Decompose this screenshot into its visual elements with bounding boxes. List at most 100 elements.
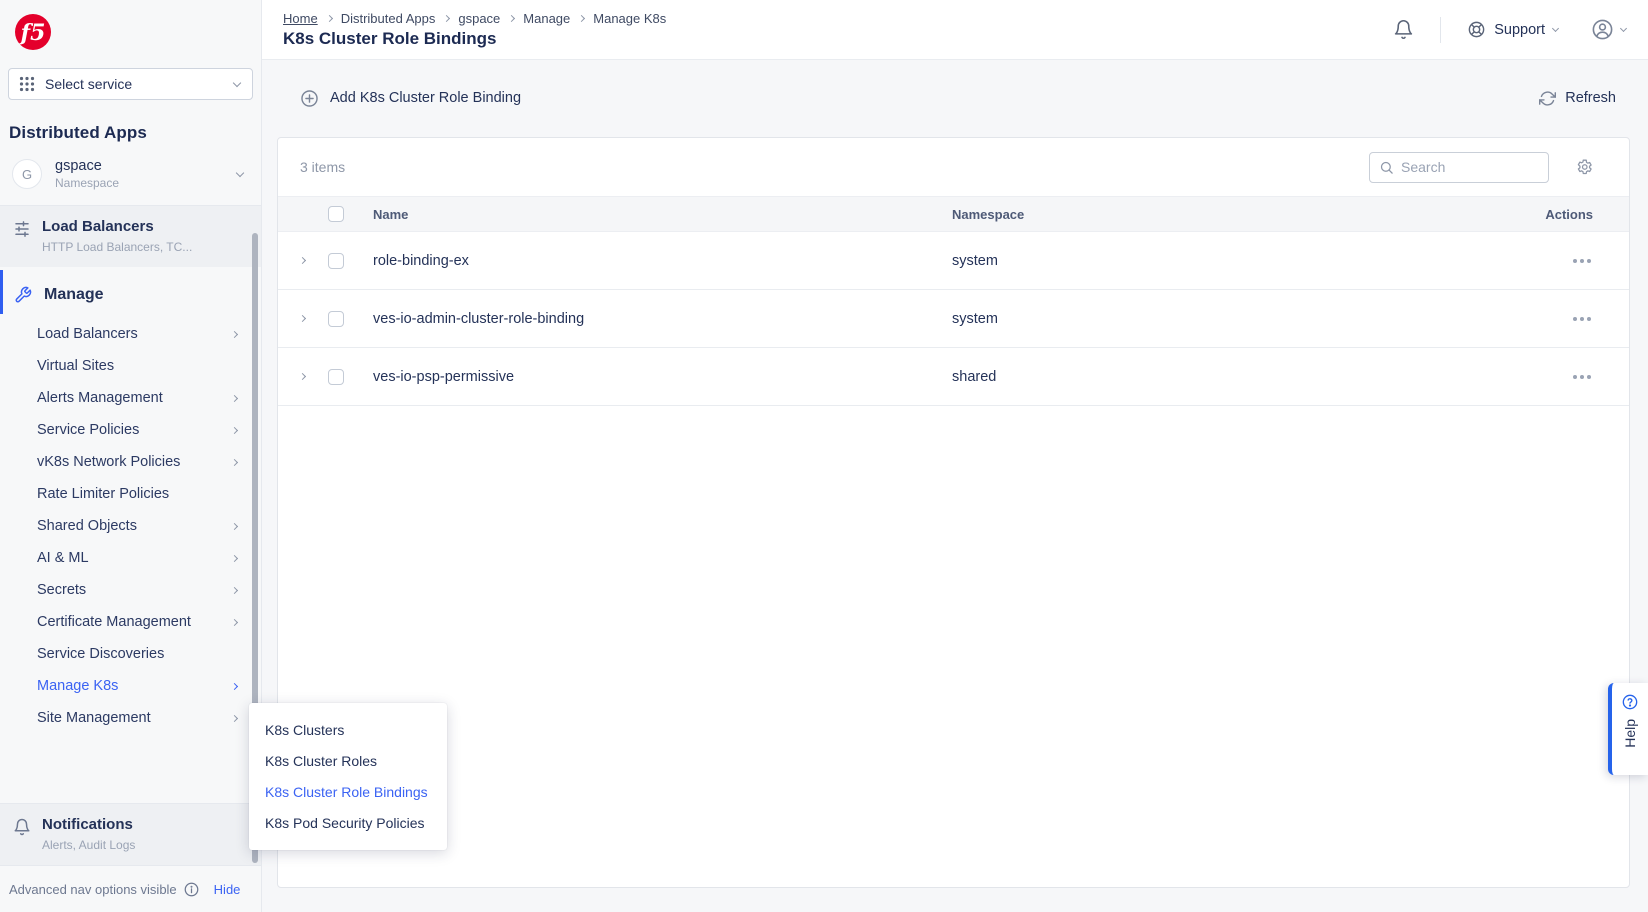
ellipsis-icon[interactable] bbox=[1513, 317, 1593, 321]
table-row[interactable]: ves-io-psp-permissive shared bbox=[278, 348, 1629, 406]
chevron-right-icon bbox=[231, 714, 238, 721]
table-search bbox=[1369, 152, 1549, 183]
help-tab[interactable]: Help bbox=[1608, 683, 1648, 775]
tile-title: Notifications bbox=[42, 816, 135, 833]
breadcrumb-distributed-apps[interactable]: Distributed Apps bbox=[341, 11, 436, 26]
add-cluster-role-binding-button[interactable]: Add K8s Cluster Role Binding bbox=[300, 89, 521, 108]
row-expand-icon[interactable] bbox=[299, 315, 306, 322]
breadcrumb-manage[interactable]: Manage bbox=[523, 11, 570, 26]
table-card-header: 3 items bbox=[278, 138, 1629, 196]
chevron-right-icon bbox=[326, 14, 333, 21]
table-row[interactable]: ves-io-admin-cluster-role-binding system bbox=[278, 290, 1629, 348]
row-name[interactable]: ves-io-psp-permissive bbox=[373, 369, 952, 385]
sidebar-item-load-balancers[interactable]: Load Balancers bbox=[0, 318, 261, 350]
advanced-nav-label: Advanced nav options visible bbox=[9, 882, 177, 897]
chevron-right-icon bbox=[578, 14, 585, 21]
sidebar-item-site-management[interactable]: Site Management bbox=[0, 702, 261, 734]
bell-icon bbox=[13, 818, 31, 836]
items-count: 3 items bbox=[300, 159, 345, 175]
sidebar-item-service-policies[interactable]: Service Policies bbox=[0, 414, 261, 446]
tile-title: Load Balancers bbox=[42, 218, 192, 235]
plus-circle-icon bbox=[300, 89, 319, 108]
namespace-type-label: Namespace bbox=[55, 176, 119, 190]
ellipsis-icon[interactable] bbox=[1513, 375, 1593, 379]
sidebar-item-alerts-management[interactable]: Alerts Management bbox=[0, 382, 261, 414]
row-expand-icon[interactable] bbox=[299, 373, 306, 380]
row-expand-icon[interactable] bbox=[299, 257, 306, 264]
help-tab-label: Help bbox=[1622, 719, 1638, 748]
top-header: Home Distributed Apps gspace Manage Mana… bbox=[262, 0, 1648, 60]
sidebar-item-vk8s-network-policies[interactable]: vK8s Network Policies bbox=[0, 446, 261, 478]
manage-k8s-flyout: K8s Clusters K8s Cluster Roles K8s Clust… bbox=[249, 703, 447, 850]
row-checkbox[interactable] bbox=[328, 311, 344, 327]
row-namespace: system bbox=[952, 311, 1513, 327]
sidebar-item-notifications[interactable]: Notifications Alerts, Audit Logs bbox=[0, 803, 261, 865]
page-title: K8s Cluster Role Bindings bbox=[283, 29, 666, 49]
ellipsis-icon[interactable] bbox=[1513, 259, 1593, 263]
flyout-item-k8s-cluster-role-bindings[interactable]: K8s Cluster Role Bindings bbox=[249, 776, 447, 807]
row-namespace: system bbox=[952, 253, 1513, 269]
sidebar-item-secrets[interactable]: Secrets bbox=[0, 574, 261, 606]
page-content: Add K8s Cluster Role Binding Refresh 3 i… bbox=[262, 60, 1648, 912]
sidebar-item-service-discoveries[interactable]: Service Discoveries bbox=[0, 638, 261, 670]
chevron-right-icon bbox=[508, 14, 515, 21]
table-row[interactable]: role-binding-ex system bbox=[278, 232, 1629, 290]
chevron-right-icon bbox=[231, 426, 238, 433]
row-name[interactable]: role-binding-ex bbox=[373, 253, 952, 269]
info-icon[interactable] bbox=[184, 882, 199, 897]
breadcrumb: Home Distributed Apps gspace Manage Mana… bbox=[283, 11, 666, 26]
sidebar-manage-header[interactable]: Manage bbox=[0, 270, 261, 314]
breadcrumb-home[interactable]: Home bbox=[283, 11, 318, 26]
main-area: Home Distributed Apps gspace Manage Mana… bbox=[262, 0, 1648, 912]
sidebar-item-ai-ml[interactable]: AI & ML bbox=[0, 542, 261, 574]
chevron-down-icon bbox=[236, 168, 244, 176]
manage-label: Manage bbox=[44, 286, 104, 304]
lifebuoy-icon bbox=[1467, 20, 1486, 39]
sidebar-item-virtual-sites[interactable]: Virtual Sites bbox=[0, 350, 261, 382]
gear-icon[interactable] bbox=[1575, 158, 1593, 176]
chevron-down-icon bbox=[1620, 24, 1627, 31]
chevron-right-icon bbox=[231, 554, 238, 561]
flyout-item-k8s-cluster-roles[interactable]: K8s Cluster Roles bbox=[249, 745, 447, 776]
f5-logo[interactable]: f5 bbox=[14, 13, 261, 51]
row-name[interactable]: ves-io-admin-cluster-role-binding bbox=[373, 311, 952, 327]
namespace-avatar: G bbox=[12, 159, 42, 189]
row-checkbox[interactable] bbox=[328, 253, 344, 269]
tile-subtitle: HTTP Load Balancers, TC... bbox=[42, 240, 192, 254]
select-all-checkbox[interactable] bbox=[328, 206, 344, 222]
chevron-right-icon bbox=[231, 394, 238, 401]
load-balancer-icon bbox=[13, 220, 31, 238]
page-toolbar: Add K8s Cluster Role Binding Refresh bbox=[277, 79, 1630, 117]
sidebar: f5 Select service Distributed Apps G gs bbox=[0, 0, 262, 912]
flyout-item-k8s-pod-security-policies[interactable]: K8s Pod Security Policies bbox=[249, 807, 447, 838]
service-selector[interactable]: Select service bbox=[8, 68, 253, 100]
sidebar-item-certificate-management[interactable]: Certificate Management bbox=[0, 606, 261, 638]
sidebar-item-shared-objects[interactable]: Shared Objects bbox=[0, 510, 261, 542]
bell-icon[interactable] bbox=[1393, 19, 1414, 40]
breadcrumb-gspace[interactable]: gspace bbox=[458, 11, 500, 26]
search-icon bbox=[1379, 160, 1394, 175]
column-header-namespace: Namespace bbox=[952, 207, 1513, 222]
refresh-button[interactable]: Refresh bbox=[1539, 90, 1616, 107]
chevron-right-icon bbox=[231, 618, 238, 625]
flyout-item-k8s-clusters[interactable]: K8s Clusters bbox=[249, 714, 447, 745]
sidebar-item-rate-limiter-policies[interactable]: Rate Limiter Policies bbox=[0, 478, 261, 510]
sidebar-footer: Advanced nav options visible Hide bbox=[0, 865, 261, 912]
refresh-icon bbox=[1539, 90, 1556, 107]
sidebar-item-load-balancers-overview[interactable]: Load Balancers HTTP Load Balancers, TC..… bbox=[0, 206, 261, 267]
chevron-right-icon bbox=[231, 522, 238, 529]
breadcrumb-manage-k8s[interactable]: Manage K8s bbox=[593, 11, 666, 26]
table-header-row: Name Namespace Actions bbox=[278, 196, 1629, 232]
hide-nav-button[interactable]: Hide bbox=[214, 882, 241, 897]
sidebar-nav: Load Balancers Virtual Sites Alerts Mana… bbox=[0, 314, 261, 734]
chevron-right-icon bbox=[231, 586, 238, 593]
search-input[interactable] bbox=[1401, 159, 1540, 175]
sidebar-section-title: Distributed Apps bbox=[9, 123, 253, 143]
add-button-label: Add K8s Cluster Role Binding bbox=[330, 90, 521, 106]
sidebar-item-manage-k8s[interactable]: Manage K8s bbox=[0, 670, 261, 702]
account-menu[interactable] bbox=[1591, 18, 1626, 41]
app-window: f5 Select service Distributed Apps G gs bbox=[0, 0, 1648, 912]
row-checkbox[interactable] bbox=[328, 369, 344, 385]
namespace-selector[interactable]: G gspace Namespace bbox=[8, 156, 253, 192]
support-menu[interactable]: Support bbox=[1467, 20, 1558, 39]
